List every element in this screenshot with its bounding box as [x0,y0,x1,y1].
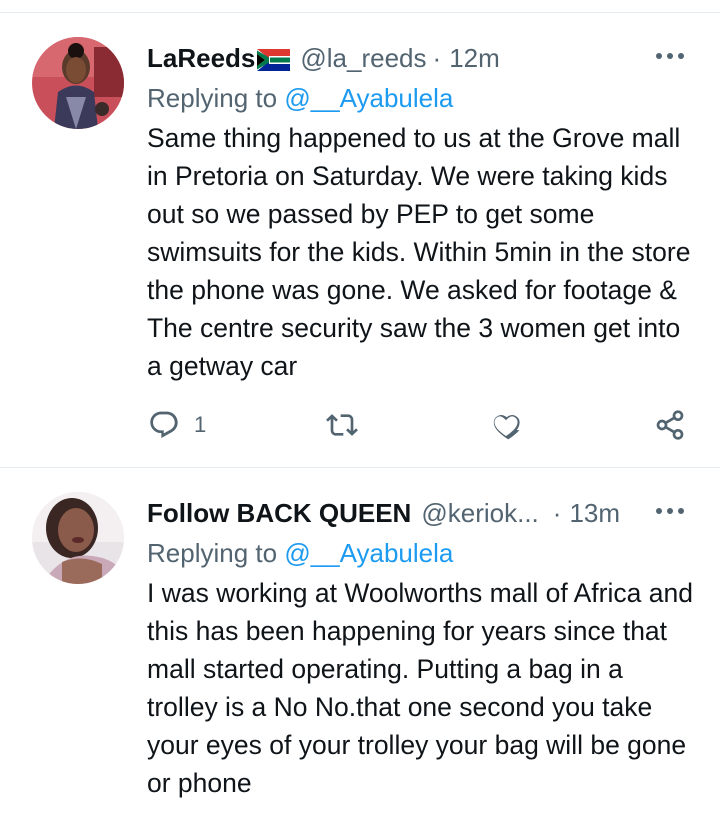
tweet-text: I was working at Woolworths mall of Afri… [147,578,693,798]
timestamp[interactable]: 12m [449,43,500,74]
display-name[interactable]: Follow BACK QUEEN [147,498,411,529]
tweet-card[interactable]: LaReeds @la_reeds · 12m Replying to @__A… [0,13,720,467]
share-icon [656,410,684,440]
retweet-icon [326,414,358,436]
replying-to: Replying to @__Ayabulela [147,83,453,114]
tweet-card[interactable]: Follow BACK QUEEN @keriok... · 13m Reply… [0,468,720,826]
share-button[interactable] [654,409,686,441]
south-africa-flag-icon [257,47,291,71]
separator-dot: · [432,42,442,73]
tweet-actions: 1 [0,409,720,449]
mention-link[interactable]: @__Ayabulela [284,83,453,113]
handle[interactable]: @keriok... [421,498,538,529]
handle[interactable]: @la_reeds [300,43,426,74]
replying-prefix: Replying to [147,83,278,113]
display-name[interactable]: LaReeds [147,43,255,74]
reply-icon [150,411,178,438]
like-button[interactable] [490,409,522,441]
retweet-button[interactable] [326,409,358,441]
tweet-header: LaReeds @la_reeds · 12m [147,41,500,75]
more-icon[interactable] [656,506,686,516]
reply-button[interactable]: 1 [148,409,206,441]
replying-to: Replying to @__Ayabulela [147,538,453,569]
avatar[interactable] [32,492,124,584]
timestamp[interactable]: 13m [569,498,620,529]
tweet-header: Follow BACK QUEEN @keriok... · 13m [147,496,620,530]
like-icon [493,414,520,440]
separator-dot: · [552,497,562,528]
replying-prefix: Replying to [147,538,278,568]
mention-link[interactable]: @__Ayabulela [284,538,453,568]
reply-count: 1 [194,412,207,437]
tweet-text: Same thing happened to us at the Grove m… [147,123,691,381]
more-icon[interactable] [656,51,686,61]
avatar[interactable] [32,37,124,129]
